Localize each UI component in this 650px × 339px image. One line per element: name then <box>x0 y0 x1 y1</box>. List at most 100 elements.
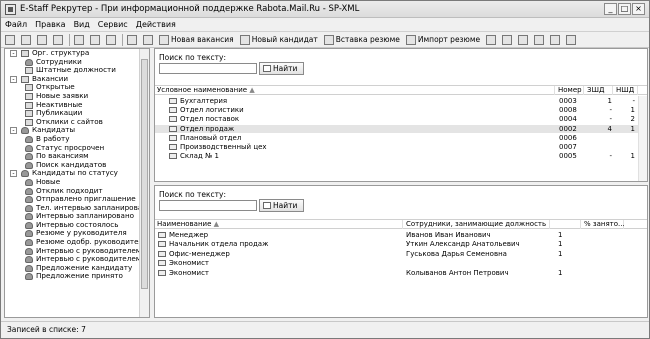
column-header-zshd[interactable]: ЗШД <box>585 86 613 95</box>
clock-icon[interactable] <box>143 34 153 45</box>
tree-list: - Орг. структура Сотрудники Штатные должнос… <box>5 49 139 281</box>
table-row[interactable]: Плановый отдел 0006 <box>155 134 647 142</box>
close-button[interactable]: × <box>632 3 645 15</box>
tree-item[interactable]: Новые <box>5 178 139 187</box>
table-scrollbar[interactable] <box>638 96 647 181</box>
card-icon[interactable] <box>106 34 116 45</box>
table-row[interactable]: Экономист <box>155 259 647 267</box>
tree-item[interactable]: - Вакансии <box>5 75 139 84</box>
tree-item[interactable]: Статус просрочен <box>5 144 139 153</box>
tree-item-label: Новые <box>36 177 61 186</box>
minimize-button[interactable]: _ <box>604 3 617 15</box>
table-row[interactable]: Склад № 1 0005 - 1 <box>155 152 647 160</box>
help-icon[interactable] <box>566 34 577 45</box>
person-icon <box>25 187 33 195</box>
report-icon[interactable] <box>534 34 545 45</box>
department-icon <box>169 98 177 104</box>
tree-item[interactable]: Тел. интервью запланировано <box>5 204 139 213</box>
table-row[interactable]: Начальник отдела продаж Уткин Александр А… <box>155 240 647 248</box>
document-icon[interactable] <box>74 34 84 45</box>
tree-item[interactable]: Неактивные <box>5 101 139 110</box>
tree-item[interactable]: - Кандидаты <box>5 126 139 135</box>
tree-item[interactable]: Интервью состоялось <box>5 221 139 230</box>
tree-item[interactable]: Новые заявки <box>5 92 139 101</box>
expander-icon[interactable]: - <box>10 75 17 83</box>
table-row[interactable]: Отдел продаж 0002 4 1 <box>155 124 647 133</box>
tree-item-label: Предложение принято <box>36 272 123 281</box>
expander-icon[interactable]: - <box>10 127 17 135</box>
cell-nshd: - <box>632 97 635 105</box>
column-header-number[interactable]: Номер <box>556 86 584 95</box>
table-row[interactable]: Производственный цех 0007 <box>155 143 647 151</box>
copy-icon[interactable] <box>21 34 31 45</box>
new-candidate-button[interactable]: Новый кандидат <box>239 34 318 45</box>
tree-item[interactable]: Публикации <box>5 109 139 118</box>
table-row[interactable]: Бухгалтерия 0003 1 - <box>155 97 647 105</box>
column-header-count[interactable] <box>551 220 581 229</box>
tree-item[interactable]: По вакансиям <box>5 152 139 161</box>
find-button[interactable]: Найти <box>259 62 304 75</box>
calendar-icon[interactable] <box>127 34 137 45</box>
import-resume-button[interactable]: Импорт резюме <box>405 34 480 45</box>
tree-item[interactable]: Штатные должности <box>5 66 139 75</box>
column-header-name[interactable]: Условное наименование ▲ <box>155 86 555 95</box>
menu-service[interactable]: Сервис <box>98 20 128 29</box>
table-row[interactable]: Экономист Колыванов Антон Петрович 1 <box>155 269 647 277</box>
tree-item[interactable]: Отправлено приглашение <box>5 195 139 204</box>
menu-actions[interactable]: Действия <box>136 20 176 29</box>
cell-count: 1 <box>558 268 563 277</box>
paste-icon[interactable] <box>37 34 47 45</box>
tree-item[interactable]: Интервью с руководителем зап <box>5 247 139 256</box>
menu-edit[interactable]: Правка <box>35 20 65 29</box>
table-row[interactable]: Отдел поставок 0004 - 2 <box>155 115 647 123</box>
menu-view[interactable]: Вид <box>74 20 90 29</box>
positions-panel: Поиск по тексту: Найти Наименование ▲ Со… <box>154 185 648 318</box>
title-bar: E-Staff Рекрутер - При информационной по… <box>1 1 649 18</box>
expander-icon[interactable]: - <box>10 170 17 178</box>
tree-item-label: Статус просрочен <box>36 143 105 152</box>
cut-icon[interactable] <box>5 34 15 45</box>
search-label: Поиск по тексту: <box>159 190 226 199</box>
insert-resume-button[interactable]: Вставка резюме <box>323 34 400 45</box>
column-header-nshd[interactable]: НШД <box>614 86 638 95</box>
scrollbar-thumb[interactable] <box>141 59 148 289</box>
tree-item[interactable]: Открытые <box>5 83 139 92</box>
stats-icon[interactable] <box>518 34 529 45</box>
search-input[interactable] <box>159 200 257 211</box>
new-vacancy-button[interactable]: Новая вакансия <box>159 34 234 45</box>
tree-item[interactable]: Интервью запланировано <box>5 212 139 221</box>
table-row[interactable]: Менеджер Иванов Иван Иванович 1 <box>155 231 647 239</box>
tree-item[interactable]: Резюме одобр. руководителем <box>5 238 139 247</box>
tree-item[interactable]: Сотрудники <box>5 58 139 67</box>
tree-item[interactable]: В работу <box>5 135 139 144</box>
tree-item[interactable]: - Кандидаты по статусу <box>5 169 139 178</box>
find-button[interactable]: Найти <box>259 199 304 212</box>
table-row[interactable]: Офис-менеджер Гуськова Дарья Семеновна 1 <box>155 250 647 258</box>
tree-item[interactable]: Отклик подходит <box>5 187 139 196</box>
column-header-percent[interactable]: % занято... <box>582 220 625 229</box>
search-input[interactable] <box>159 63 257 74</box>
menu-file[interactable]: Файл <box>5 20 27 29</box>
tree-item[interactable]: Предложение принято <box>5 272 139 281</box>
gear-icon[interactable] <box>550 34 561 45</box>
undo-icon[interactable] <box>53 34 63 45</box>
tree-item[interactable]: - Орг. структура <box>5 49 139 58</box>
tree-item[interactable]: Поиск кандидатов <box>5 161 139 170</box>
tree-item[interactable]: Резюме у руководителя <box>5 229 139 238</box>
position-icon <box>158 260 166 267</box>
tree-item[interactable]: Интервью с руководителем сос <box>5 255 139 264</box>
tree-item[interactable]: Отклики с сайтов <box>5 118 139 127</box>
binoculars-icon <box>263 65 271 72</box>
tree-item[interactable]: Предложение кандидату <box>5 264 139 273</box>
column-header-employees[interactable]: Сотрудники, занимающие должность <box>404 220 550 229</box>
tree-scrollbar[interactable] <box>139 49 149 317</box>
list-icon[interactable] <box>90 34 100 45</box>
column-header-name[interactable]: Наименование ▲ <box>155 220 403 229</box>
mail-icon[interactable] <box>486 34 497 45</box>
maximize-button[interactable]: □ <box>618 3 631 15</box>
cell-name: Экономист <box>169 259 210 268</box>
person-icon <box>25 178 33 186</box>
table-row[interactable]: Отдел логистики 0008 - 1 <box>155 106 647 114</box>
expander-icon[interactable]: - <box>10 50 17 57</box>
chart-icon[interactable] <box>502 34 513 45</box>
